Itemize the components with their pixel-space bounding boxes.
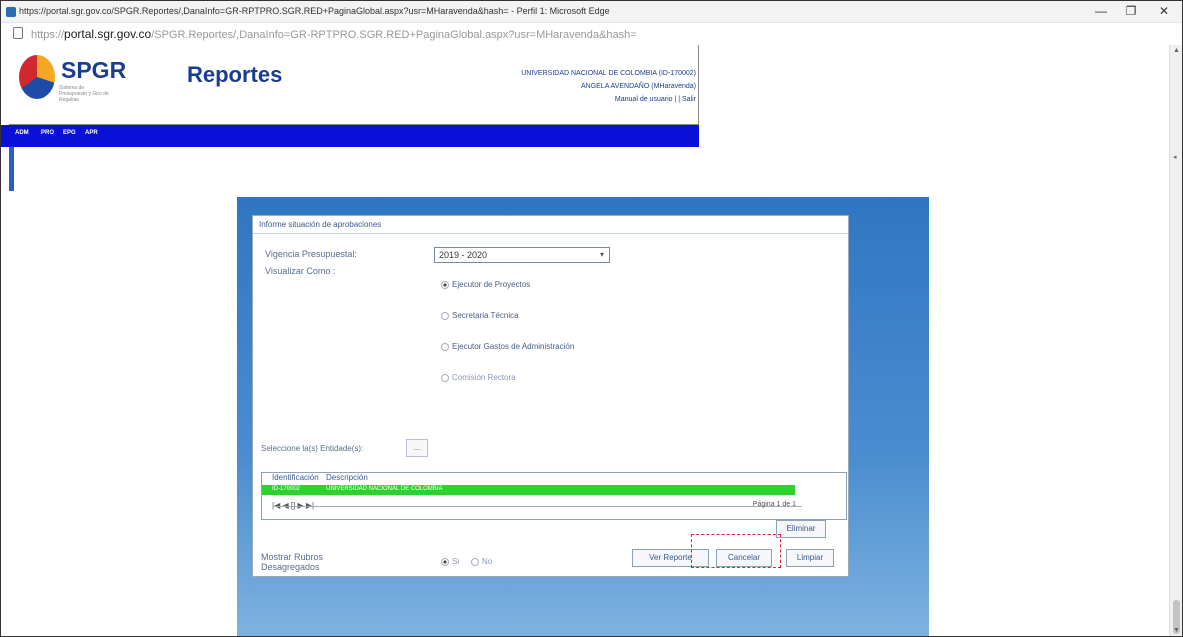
entidades-label: Seleccione la(s) Entidade(s): [261,444,364,453]
radio-label: Secretaria Técnica [452,311,519,320]
page-info: Página 1 de 1 [752,501,796,508]
grid-header-id: Identificación [272,473,319,482]
rubros-label-line2: Desagregados [261,562,320,572]
visualizar-label: Visualizar Como : [265,266,336,276]
user-name: ANGELA AVENDAÑO (MHaravenda) [580,83,696,90]
radio-dot [441,557,449,566]
radio-dot [441,311,449,320]
grid-header-desc: Descripción [326,473,368,482]
radio-dot [441,342,449,351]
nav-item-adm[interactable]: ADM [15,130,29,136]
main-nav: ADM PRO EPG APR [1,125,699,147]
app-header: SPGR Sistema de Presupuesto y Giro de Re… [9,45,699,125]
vigencia-value: 2019 - 2020 [439,250,488,260]
vigencia-label: Vigencia Presupuestal: [265,249,357,259]
annotation-highlight-box [691,534,781,568]
url-path: /SPGR.Reportes/,DanaInfo=GR-RPTPRO.SGR.R… [151,29,637,41]
address-bar[interactable]: https://portal.sgr.gov.co/SPGR.Reportes/… [1,23,1182,45]
page-title: Reportes [187,62,283,87]
radio-dot [441,373,449,382]
rubros-label-line1: Mostrar Rubros [261,552,324,562]
radio-comision-rectora[interactable]: Comisión Rectora [441,373,516,382]
minimize-button[interactable]: — [1086,4,1116,18]
nav-item-pro[interactable]: PRO [41,130,54,136]
radio-ejecutor-gastos[interactable]: Ejecutor Gastos de Administración [441,342,574,351]
radio-label: Si [452,557,460,566]
url-prefix: https:// [31,29,65,41]
logo-text: SPGR [61,57,127,83]
report-form: Informe situación de aprobaciones Vigenc… [252,215,849,577]
url-domain: portal.sgr.gov.co [64,27,152,41]
row-id: ID-170002 [272,486,301,492]
limpiar-button[interactable]: Limpiar [786,549,834,567]
edge-icon [6,7,16,17]
pager-divider [274,506,802,507]
org-name: UNIVERSIDAD NACIONAL DE COLOMBIA (ID-170… [521,70,696,77]
select-entidades-button[interactable]: ... [406,439,428,457]
window-title: https://portal.sgr.gov.co/SPGR.Reportes/… [19,6,610,16]
nav-item-epg[interactable]: EPG [63,130,76,136]
left-accent [9,147,14,191]
radio-label: Comisión Rectora [452,373,516,382]
radio-label: Ejecutor Gastos de Administración [452,342,575,351]
radio-dot [441,280,449,289]
scroll-down-icon[interactable]: ▼ [1173,627,1180,634]
user-links[interactable]: Manual de usuario | | Salir [521,93,696,106]
radio-label: No [482,557,493,566]
radio-label: Ejecutor de Proyectos [452,280,531,289]
user-info: UNIVERSIDAD NACIONAL DE COLOMBIA (ID-170… [521,67,696,106]
page-content: SPGR Sistema de Presupuesto y Giro de Re… [1,45,1169,636]
vertical-scrollbar[interactable]: ▲ ◂ ▼ [1169,45,1182,636]
radio-rubros-si[interactable]: Si [441,557,459,566]
radio-secretaria-tecnica[interactable]: Secretaria Técnica [441,311,519,320]
scroll-indicator-icon: ◂ [1173,154,1177,161]
radio-rubros-no[interactable]: No [471,557,492,566]
lock-icon [13,27,23,39]
close-button[interactable]: ✕ [1149,4,1179,18]
eliminar-button[interactable]: Eliminar [776,520,826,538]
logo-swirl-icon [19,55,55,99]
scroll-up-icon[interactable]: ▲ [1173,47,1180,54]
radio-dot [471,557,479,566]
vigencia-select[interactable]: 2019 - 2020 ▾ [434,247,610,263]
maximize-button[interactable]: ❐ [1116,4,1146,18]
row-desc: UNIVERSIDAD NACIONAL DE COLOMBIA [326,486,443,492]
chevron-down-icon: ▾ [599,250,604,259]
browser-window: https://portal.sgr.gov.co/SPGR.Reportes/… [0,0,1183,637]
entidades-grid: Identificación Descripción ID-170002 UNI… [261,472,847,520]
url-text[interactable]: https://portal.sgr.gov.co/SPGR.Reportes/… [31,27,637,41]
title-bar: https://portal.sgr.gov.co/SPGR.Reportes/… [1,1,1182,23]
table-row[interactable]: ID-170002 UNIVERSIDAD NACIONAL DE COLOMB… [262,485,795,495]
radio-ejecutor-proyectos[interactable]: Ejecutor de Proyectos [441,280,530,289]
form-title: Informe situación de aprobaciones [253,216,848,234]
nav-item-apr[interactable]: APR [85,130,98,136]
spgr-logo[interactable]: SPGR Sistema de Presupuesto y Giro de Re… [19,53,159,107]
logo-subtitle: Sistema de Presupuesto y Giro de Regalía… [59,85,109,103]
